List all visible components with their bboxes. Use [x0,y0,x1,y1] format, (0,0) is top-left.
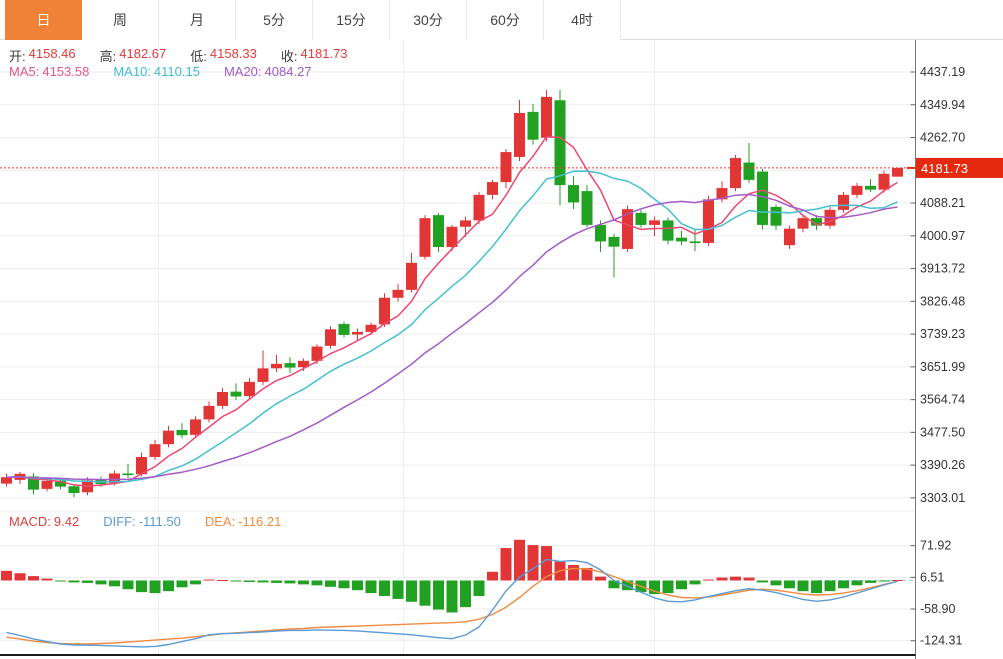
tab-timeframe-2[interactable]: 月 [159,0,236,40]
macd-axis-label: -124.31 [920,634,962,648]
tab-timeframe-4[interactable]: 15分 [313,0,390,40]
price-axis-label: 4437.19 [920,65,965,79]
macd-axis-label: -58.90 [920,602,955,616]
tab-timeframe-1[interactable]: 周 [82,0,159,40]
timeframe-toolbar: 日周月5分15分30分60分4时 [0,0,1003,40]
tab-timeframe-0[interactable]: 日 [5,0,82,40]
price-axis-label: 4262.70 [920,131,965,145]
price-axis-label: 3564.74 [920,393,965,407]
price-axis-label: 3913.72 [920,262,965,276]
kline-app: 日周月5分15分30分60分4时 开:4158.46高:4182.67低:415… [0,0,1003,659]
chart-canvas[interactable]: 4437.19 4349.94 4262.70 4088.21 4000.97 3913.… [0,40,1003,659]
tab-timeframe-5[interactable]: 30分 [390,0,467,40]
tab-timeframe-3[interactable]: 5分 [236,0,313,40]
price-axis-label: 4349.94 [920,98,965,112]
price-axis-label: 3390.26 [920,458,965,472]
price-axis-label: 4000.97 [920,229,965,243]
price-axis-label: 3826.48 [920,294,965,308]
current-price-value: 4181.73 [921,161,968,176]
tab-timeframe-6[interactable]: 60分 [467,0,544,40]
macd-axis-label: 71.92 [920,539,951,553]
price-axis-label: 4088.21 [920,196,965,210]
price-axis-label: 3303.01 [920,491,965,505]
macd-axis-label: 6.51 [920,570,944,584]
price-axis-label: 3739.23 [920,327,965,341]
tab-timeframe-7[interactable]: 4时 [544,0,621,40]
price-axis-label: 3651.99 [920,360,965,374]
price-axis-label: 3477.50 [920,425,965,439]
